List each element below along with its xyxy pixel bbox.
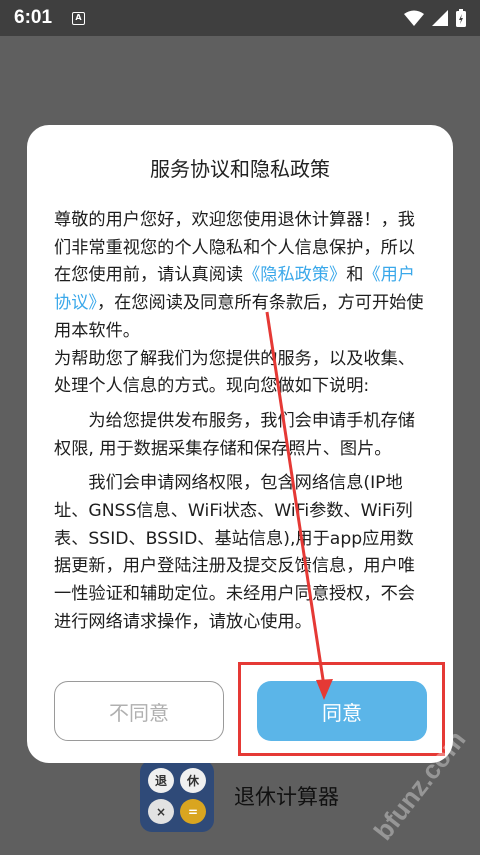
dialog-title: 服务协议和隐私政策 <box>150 157 330 181</box>
status-time: 6:01 <box>14 7 53 28</box>
dialog-body[interactable]: 尊敬的用户您好，欢迎您使用退休计算器！，我们非常重视您的个人隐私和个人信息保护，… <box>54 207 430 659</box>
cellular-signal-icon <box>432 10 448 26</box>
annotation-highlight-box <box>238 662 445 756</box>
decline-button[interactable]: 不同意 <box>54 681 224 741</box>
calculator-app-icon: 退 休 × = <box>140 760 214 832</box>
explanation-paragraph: 为帮助您了解我们为您提供的服务，以及收集、处理个人信息的方式。现向您做如下说明: <box>54 348 415 397</box>
network-permission-paragraph: 我们会申请网络权限，包含网络信息(IP地址、GNSS信息、WiFi状态、WiFi… <box>54 473 415 632</box>
status-bar: 6:01 A <box>0 0 480 36</box>
privacy-policy-link[interactable]: 《隐私政策》 <box>243 265 346 285</box>
icon-key-multiply: × <box>148 799 174 824</box>
icon-key-retire: 退 <box>148 768 174 793</box>
status-icons <box>404 9 466 27</box>
wifi-icon <box>404 10 424 26</box>
battery-icon <box>456 9 466 27</box>
icon-key-equals: = <box>180 799 206 824</box>
notification-icon: A <box>72 11 86 25</box>
app-name: 退休计算器 <box>234 785 339 809</box>
and-text: 和 <box>346 265 364 286</box>
background-app-entry: 退 休 × = 退休计算器 <box>140 760 339 832</box>
icon-key-rest: 休 <box>180 768 206 793</box>
storage-permission-paragraph: 为给您提供发布服务，我们会申请手机存储权限, 用于数据采集存储和保存照片、图片。 <box>54 410 415 459</box>
intro-text-end: ，在您阅读及同意所有条款后，方可开始使用本软件。 <box>54 293 424 341</box>
intro-paragraph: 尊敬的用户您好，欢迎您使用退休计算器！，我们非常重视您的个人隐私和个人信息保护，… <box>54 207 430 346</box>
